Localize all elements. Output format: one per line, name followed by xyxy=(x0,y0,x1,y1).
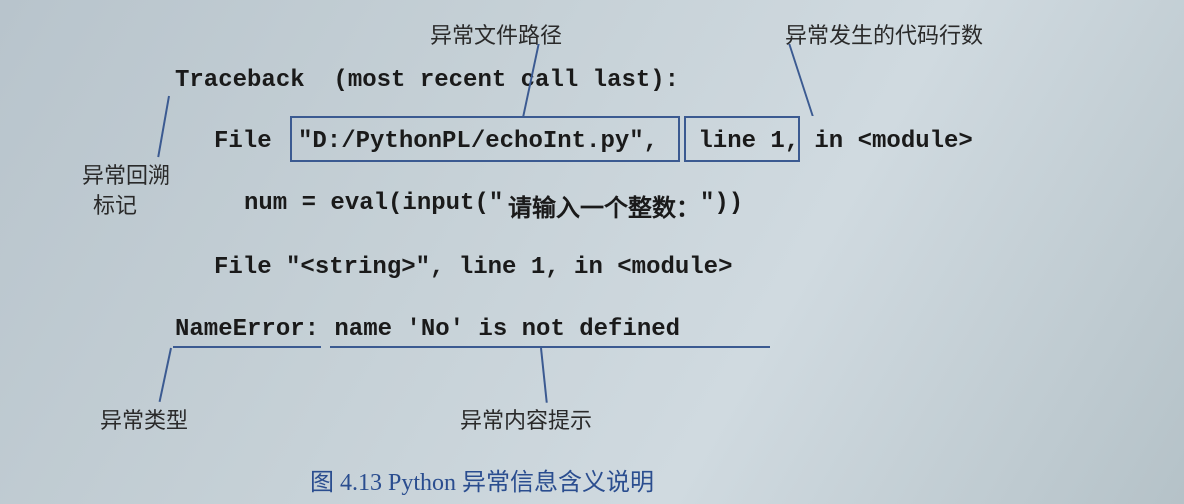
code-eval-prefix: num = eval(input(" xyxy=(244,190,503,217)
box-line-number xyxy=(684,116,800,162)
code-traceback-header: Traceback (most recent call last): xyxy=(175,67,679,94)
code-error-msg: name 'No' is not defined xyxy=(320,316,680,343)
connector-traceback xyxy=(157,96,170,157)
underline-error-msg xyxy=(330,346,770,348)
code-file-prefix: File xyxy=(214,128,286,155)
annotation-error-message: 异常内容提示 xyxy=(460,403,592,435)
annotation-line-number: 异常发生的代码行数 xyxy=(785,18,983,50)
code-error-type: NameError: xyxy=(175,316,319,343)
annotation-traceback-l2: 标记 xyxy=(93,188,137,220)
connector-error-type xyxy=(159,348,172,402)
code-file2: File "<string>", line 1, in <module> xyxy=(214,254,732,281)
annotation-error-type: 异常类型 xyxy=(100,403,188,435)
code-eval-suffix: ")) xyxy=(700,190,743,217)
code-module-suffix: in <module> xyxy=(800,128,973,155)
annotation-file-path: 异常文件路径 xyxy=(430,18,562,50)
connector-error-msg xyxy=(540,348,548,403)
figure-caption: 图 4.13 Python 异常信息含义说明 xyxy=(310,462,654,497)
code-eval-cjk: 请输入一个整数： xyxy=(508,188,700,223)
annotation-traceback-l1: 异常回溯 xyxy=(82,158,170,190)
underline-error-type xyxy=(173,346,321,348)
box-file-path xyxy=(290,116,680,162)
connector-line-number xyxy=(788,44,813,116)
